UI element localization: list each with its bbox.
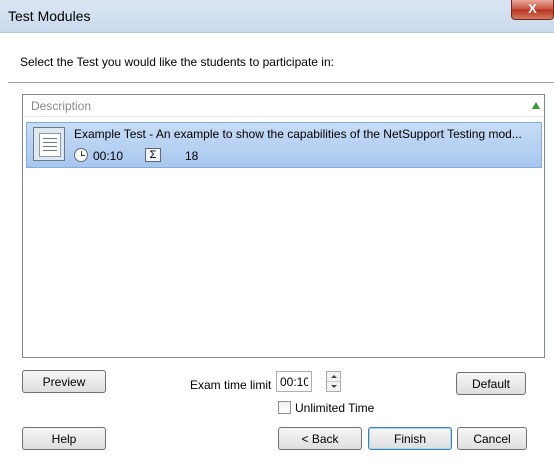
list-item[interactable]: Example Test - An example to show the ca… — [26, 122, 542, 168]
window-title: Test Modules — [8, 8, 91, 24]
exam-time-limit-label: Exam time limit — [190, 378, 272, 392]
test-list[interactable]: Description Example Test - An example to… — [22, 94, 545, 358]
time-spinner[interactable] — [326, 371, 341, 392]
exam-time-input[interactable] — [276, 371, 312, 392]
cancel-button[interactable]: Cancel — [457, 427, 527, 450]
spin-up-icon[interactable] — [327, 372, 340, 382]
question-count: 18 — [185, 149, 199, 163]
test-modules-dialog: Test Modules X Select the Test you would… — [0, 0, 554, 464]
help-button[interactable]: Help — [22, 427, 106, 450]
instruction-text: Select the Test you would like the stude… — [20, 55, 334, 69]
header-divider — [8, 82, 554, 84]
close-button[interactable]: X — [511, 0, 554, 20]
sort-ascending-icon — [532, 102, 540, 109]
sigma-icon: Σ — [145, 148, 161, 162]
default-button[interactable]: Default — [456, 372, 526, 395]
description-column-header[interactable]: Description — [31, 99, 91, 113]
back-button[interactable]: < Back — [278, 427, 362, 450]
test-duration: 00:10 — [93, 149, 124, 163]
spin-down-icon[interactable] — [327, 382, 340, 391]
unlimited-time-checkbox[interactable] — [278, 401, 291, 414]
test-title: Example Test - An example to show the ca… — [74, 127, 522, 141]
preview-button[interactable]: Preview — [22, 370, 106, 393]
close-icon: X — [528, 1, 537, 16]
unlimited-time-label[interactable]: Unlimited Time — [295, 401, 374, 415]
finish-button[interactable]: Finish — [368, 427, 452, 450]
clock-icon — [74, 148, 88, 162]
test-document-icon — [33, 127, 65, 161]
list-header[interactable]: Description — [23, 95, 544, 117]
title-bar[interactable]: Test Modules X — [0, 0, 554, 33]
